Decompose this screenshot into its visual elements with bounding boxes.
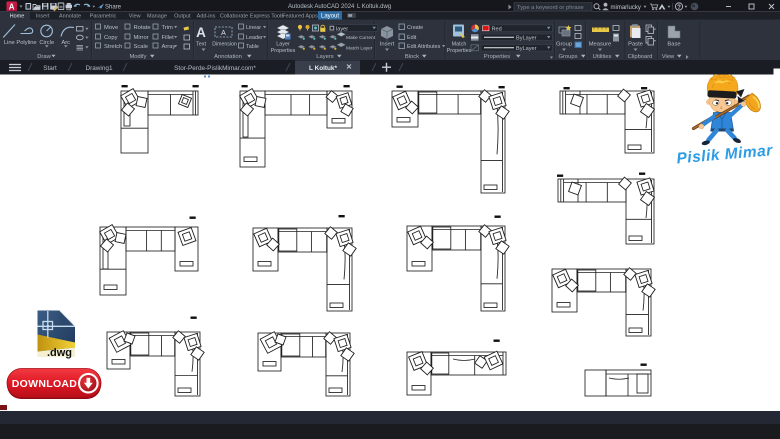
svg-text:Share: Share <box>105 5 122 11</box>
svg-text:.dwg: .dwg <box>47 347 72 359</box>
svg-text:Trim: Trim <box>162 25 174 31</box>
svg-text:Featured Apps: Featured Apps <box>282 13 318 19</box>
svg-text:Make Current: Make Current <box>346 35 376 41</box>
svg-text:Table: Table <box>246 44 259 50</box>
svg-text:Start: Start <box>43 65 57 72</box>
svg-text:Layout: Layout <box>321 13 339 19</box>
svg-text:mimarlucky: mimarlucky <box>611 5 641 11</box>
svg-text:Layers: Layers <box>316 54 334 60</box>
svg-text:Properties: Properties <box>447 48 472 54</box>
svg-text:Add-ins: Add-ins <box>197 13 216 19</box>
svg-text:?: ? <box>677 4 681 11</box>
svg-text:Parametric: Parametric <box>90 13 117 19</box>
svg-text:Text: Text <box>196 42 207 48</box>
svg-text:Stretch: Stretch <box>104 44 122 50</box>
svg-text:View: View <box>129 13 141 19</box>
svg-text:Polyline: Polyline <box>16 40 36 46</box>
svg-text:Annotate: Annotate <box>59 13 81 19</box>
svg-text:View: View <box>662 54 675 60</box>
svg-text:Edit: Edit <box>407 35 417 41</box>
svg-text:Paste: Paste <box>628 42 643 48</box>
svg-text:Edit Attributes: Edit Attributes <box>407 44 441 50</box>
svg-text:Pislik Mimar: Pislik Mimar <box>676 142 774 167</box>
svg-text:Express Tools: Express Tools <box>250 13 284 19</box>
svg-text:Fillet: Fillet <box>162 35 175 41</box>
svg-text:Line: Line <box>4 40 15 46</box>
svg-text:Create: Create <box>407 25 423 31</box>
svg-text:Clipboard: Clipboard <box>628 54 653 60</box>
svg-text:Manage: Manage <box>147 13 167 19</box>
svg-text:Insert: Insert <box>36 13 50 19</box>
svg-text:L Koltuk*: L Koltuk* <box>309 65 337 72</box>
svg-text:Red: Red <box>492 26 502 32</box>
svg-text:Draw: Draw <box>37 54 51 60</box>
svg-text:Group: Group <box>556 42 572 48</box>
svg-text:Match Layer: Match Layer <box>346 46 373 52</box>
svg-text:Arc: Arc <box>61 40 70 46</box>
svg-text:Home: Home <box>10 13 25 19</box>
svg-text:Properties: Properties <box>484 54 511 60</box>
svg-text:Utilities: Utilities <box>593 54 612 60</box>
svg-text:Array: Array <box>162 44 176 50</box>
svg-text:Output: Output <box>174 13 191 19</box>
svg-text:L Koltuk.dwg: L Koltuk.dwg <box>357 4 391 10</box>
svg-text:Rotate: Rotate <box>134 25 151 31</box>
svg-text:Measure: Measure <box>589 42 612 48</box>
svg-text:DOWNLOAD: DOWNLOAD <box>12 378 78 390</box>
svg-text:Properties: Properties <box>271 48 296 54</box>
svg-text:Circle: Circle <box>39 40 54 46</box>
svg-text:Linear: Linear <box>246 25 261 31</box>
svg-text:Scale: Scale <box>134 44 149 50</box>
svg-text:Modify: Modify <box>129 54 146 60</box>
svg-text:Mirror: Mirror <box>134 35 149 41</box>
svg-text:Move: Move <box>104 25 118 31</box>
svg-text:Insert: Insert <box>380 42 395 48</box>
svg-text:Dimension: Dimension <box>212 42 237 48</box>
svg-text:ByLayer: ByLayer <box>516 46 537 52</box>
svg-text:ByLayer: ByLayer <box>516 36 537 42</box>
svg-text:Drawing1: Drawing1 <box>86 65 113 72</box>
svg-text:Type a keyword or phrase: Type a keyword or phrase <box>517 5 584 11</box>
svg-text:Base: Base <box>667 42 680 48</box>
svg-text:Collaborate: Collaborate <box>220 13 248 19</box>
svg-text:Autodesk AutoCAD 2024: Autodesk AutoCAD 2024 <box>288 4 355 10</box>
svg-text:A: A <box>9 2 15 11</box>
svg-text:A: A <box>221 30 226 37</box>
svg-text:A: A <box>196 25 206 40</box>
svg-text:Stor-Perde-PislikMimar.com*: Stor-Perde-PislikMimar.com* <box>174 65 256 72</box>
svg-text:Copy: Copy <box>104 35 118 41</box>
svg-text:Leader: Leader <box>246 35 263 41</box>
svg-text:Match: Match <box>452 42 467 48</box>
svg-text:layer: layer <box>336 26 348 32</box>
svg-text:Groups: Groups <box>558 54 577 60</box>
svg-text:Block: Block <box>405 54 419 60</box>
svg-text:Layer: Layer <box>276 42 290 48</box>
svg-text:Annotation: Annotation <box>214 54 242 60</box>
